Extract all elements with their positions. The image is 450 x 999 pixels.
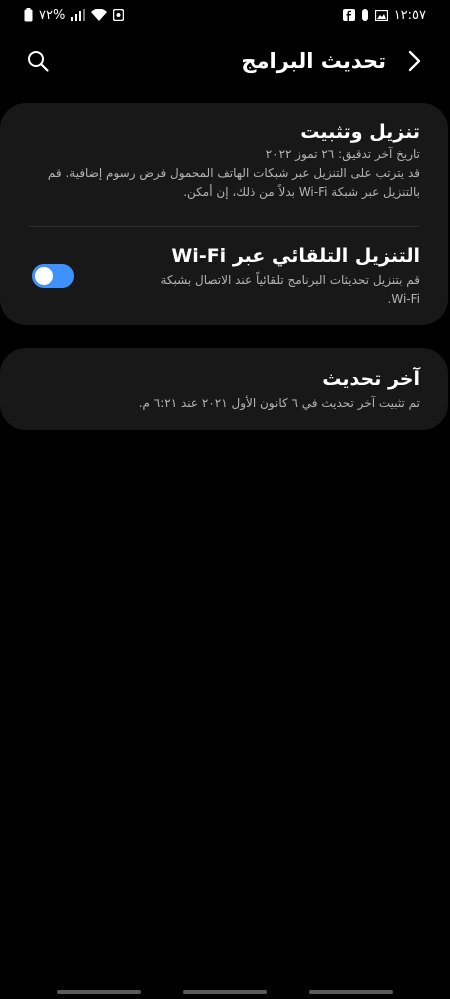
auto-download-desc-line1: قم بتنزيل تحديثات البرنامج تلقائياً عند … [160,273,420,287]
last-update-card: آخر تحديث تم تثبيت آخر تحديث في ٦ كانون … [0,348,448,430]
page-title: تحديث البرامج [241,49,386,73]
signal-icon [71,9,86,21]
last-check-text: تاريخ آخر تدقيق: ٢٦ تموز ٢٠٢٢ [265,147,420,161]
nav-back-button[interactable] [309,990,393,994]
status-bar-left: ٧٢% [24,7,125,23]
battery-percent: ٧٢% [39,7,66,23]
last-update-title: آخر تحديث [322,368,420,390]
search-button[interactable] [24,47,52,75]
auto-download-title: التنزيل التلقائي عبر Wi-Fi [171,245,420,267]
search-icon [28,51,49,72]
app-header: تحديث البرامج [0,38,450,84]
auto-download-desc-line2: Wi-Fi. [387,292,420,306]
status-bar: ٧٢% ١٢:٥٧ [0,0,450,30]
wifi-icon [91,9,108,21]
navigation-bar [0,985,450,999]
image-icon [374,9,388,21]
toggle-knob [35,267,53,285]
last-update-desc: تم تثبيت آخر تحديث في ٦ كانون الأول ٢٠٢١… [138,396,420,410]
facebook-icon [342,9,355,21]
nav-recents-button[interactable] [57,990,141,994]
nav-home-button[interactable] [183,990,267,994]
auto-download-toggle[interactable] [32,264,74,288]
back-button[interactable] [400,47,428,75]
download-install-item[interactable]: تنزيل وتثبيت تاريخ آخر تدقيق: ٢٦ تموز ٢٠… [0,119,448,202]
download-settings-card: تنزيل وتثبيت تاريخ آخر تدقيق: ٢٦ تموز ٢٠… [0,103,448,325]
status-bar-right: ١٢:٥٧ [342,7,426,23]
download-warning-line1: قد يترتب على التنزيل عبر شبكات الهاتف ال… [47,166,420,180]
last-update-item[interactable]: آخر تحديث تم تثبيت آخر تحديث في ٦ كانون … [0,366,448,413]
alarm-icon [361,9,369,21]
download-install-title: تنزيل وتثبيت [300,121,420,143]
header-title-wrap: تحديث البرامج [241,47,428,75]
divider [28,226,420,227]
battery-icon [24,8,33,22]
nfc-icon [113,9,125,21]
chevron-right-icon [408,50,421,72]
download-warning-line2: بالتنزيل عبر شبكة Wi-Fi بدلاً من ذلك، إن… [183,185,420,199]
status-time: ١٢:٥٧ [393,7,426,23]
